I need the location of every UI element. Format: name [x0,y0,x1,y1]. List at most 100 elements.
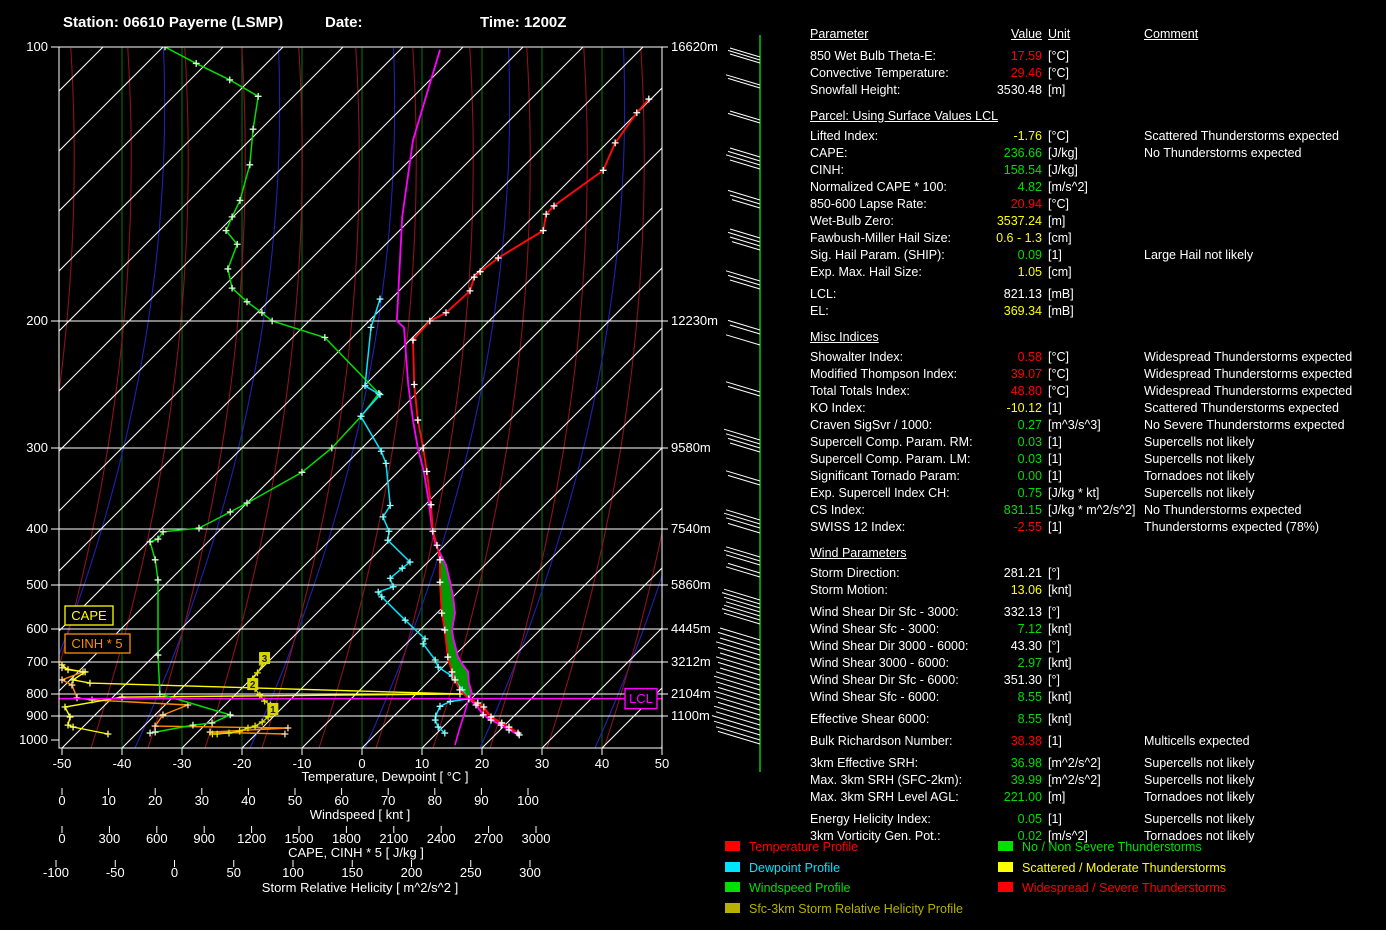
svg-text:150: 150 [341,865,363,880]
param-unit: [knt] [1048,711,1144,728]
col-parameter: Parameter [810,26,970,43]
param-row: Wind Shear Sfc - 6000: 8.55 [knt] [810,689,1386,706]
param-unit: [J/kg * m^2/s^2] [1048,502,1144,519]
svg-text:30: 30 [195,793,209,808]
section-title: Misc Indices [810,329,1386,349]
param-row: Wet-Bulb Zero: 3537.24 [m] [810,213,1386,230]
param-comment [1144,711,1386,728]
param-label: Effective Shear 6000: [810,711,970,728]
wind-barb-column [712,35,760,772]
param-value: 0.09 [970,247,1042,264]
param-unit: [1] [1048,733,1144,750]
skewt-app-window: { "header": { "station": "Station: 06610… [0,0,1386,930]
height-axis: 16620m12230m9580m7540m5860m4445m3212m210… [662,39,718,723]
param-value: 3530.48 [970,82,1042,99]
param-unit: [m/s^2] [1048,179,1144,196]
param-label: Convective Temperature: [810,65,970,82]
param-unit: [°] [1048,638,1144,655]
svg-text:100: 100 [26,39,48,54]
param-row: SWISS 12 Index: -2.55 [1] Thunderstorms … [810,519,1386,536]
param-comment [1144,286,1386,303]
svg-text:50: 50 [288,793,302,808]
param-unit: [J/kg] [1048,162,1144,179]
svg-text:3000: 3000 [522,831,551,846]
param-unit: [1] [1048,434,1144,451]
param-value: 369.34 [970,303,1042,320]
param-unit: [m^3/s^3] [1048,417,1144,434]
param-comment [1144,672,1386,689]
param-row: Significant Tornado Param: 0.00 [1] Torn… [810,468,1386,485]
param-row: Modified Thompson Index: 39.07 [°C] Wide… [810,366,1386,383]
param-label: Sig. Hail Param. (SHIP): [810,247,970,264]
param-label: Supercell Comp. Param. LM: [810,451,970,468]
svg-text:900: 900 [26,708,48,723]
legend-item: Temperature Profile [725,840,858,856]
param-label: Wet-Bulb Zero: [810,213,970,230]
svg-text:3212m: 3212m [671,654,711,669]
svg-text:CINH * 5: CINH * 5 [71,636,122,651]
param-unit: [°C] [1048,196,1144,213]
param-label: Wind Shear Sfc - 3000: [810,621,970,638]
param-row: 3km Effective SRH: 36.98 [m^2/s^2] Super… [810,755,1386,772]
param-unit: [cm] [1048,230,1144,247]
param-label: Total Totals Index: [810,383,970,400]
param-label: KO Index: [810,400,970,417]
param-label: 850-600 Lapse Rate: [810,196,970,213]
param-value: 4.82 [970,179,1042,196]
windspeed-axis: 0102030405060708090100Windspeed [ knt ] [58,788,538,822]
param-comment: No Thunderstorms expected [1144,502,1386,519]
param-unit: [cm] [1048,264,1144,281]
svg-text:50: 50 [227,865,241,880]
param-row: Total Totals Index: 48.80 [°C] Widesprea… [810,383,1386,400]
param-row: Max. 3km SRH (SFC-2km): 39.99 [m^2/s^2] … [810,772,1386,789]
param-label: Showalter Index: [810,349,970,366]
svg-text:-50: -50 [106,865,125,880]
param-value: 821.13 [970,286,1042,303]
param-comment: Widespread Thunderstorms expected [1144,383,1386,400]
param-row: Sig. Hail Param. (SHIP): 0.09 [1] Large … [810,247,1386,264]
param-unit: [1] [1048,451,1144,468]
param-value: -10.12 [970,400,1042,417]
legend-label: No / Non Severe Thunderstorms [1022,840,1202,854]
svg-text:16620m: 16620m [671,39,718,54]
param-value: 17.59 [970,48,1042,65]
param-value: 236.66 [970,145,1042,162]
param-row: Bulk Richardson Number: 38.38 [1] Multic… [810,733,1386,750]
param-comment [1144,82,1386,99]
svg-text:7540m: 7540m [671,521,711,536]
param-comment: Supercells not likely [1144,772,1386,789]
svg-text:2700: 2700 [474,831,503,846]
svg-text:-100: -100 [43,865,69,880]
legend-swatch [998,882,1013,892]
param-row: Energy Helicity Index: 0.05 [1] Supercel… [810,811,1386,828]
svg-text:20: 20 [148,793,162,808]
svg-text:LCL: LCL [629,691,653,706]
param-comment: Supercells not likely [1144,485,1386,502]
legend-label: Widespread / Severe Thunderstorms [1022,881,1226,895]
param-value: -2.55 [970,519,1042,536]
param-value: 0.05 [970,811,1042,828]
param-label: Modified Thompson Index: [810,366,970,383]
param-row: Normalized CAPE * 100: 4.82 [m/s^2] [810,179,1386,196]
svg-text:100: 100 [517,793,539,808]
svg-text:100: 100 [282,865,304,880]
param-comment: Supercells not likely [1144,451,1386,468]
param-comment: Thunderstorms expected (78%) [1144,519,1386,536]
param-label: Max. 3km SRH Level AGL: [810,789,970,806]
svg-text:1: 1 [270,705,276,716]
param-comment [1144,565,1386,582]
svg-text:Storm Relative Helicity [ m^2: Storm Relative Helicity [ m^2/s^2 ] [262,880,458,895]
param-unit: [1] [1048,811,1144,828]
section-title: Wind Parameters [810,545,1386,565]
svg-text:1200: 1200 [237,831,266,846]
param-unit: [1] [1048,400,1144,417]
param-comment [1144,196,1386,213]
param-comment: Large Hail not likely [1144,247,1386,264]
legend-swatch [998,841,1013,851]
param-row: Effective Shear 6000: 8.55 [knt] [810,711,1386,728]
legend-label: Sfc-3km Storm Relative Helicity Profile [749,902,963,916]
param-unit: [1] [1048,519,1144,536]
legend-swatch [725,882,740,892]
param-label: 850 Wet Bulb Theta-E: [810,48,970,65]
svg-text:5860m: 5860m [671,577,711,592]
